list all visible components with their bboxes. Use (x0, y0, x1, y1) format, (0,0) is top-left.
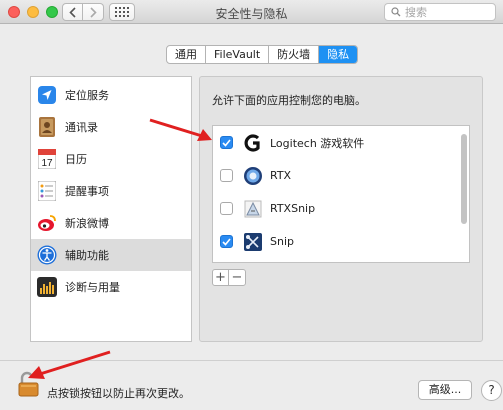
contacts-icon (37, 117, 57, 137)
app-row-rtxsnip[interactable]: RTXSnip (213, 192, 459, 225)
title-bar: 安全性与隐私 搜索 (0, 0, 503, 24)
app-row-logitech[interactable]: Logitech 游戏软件 (213, 126, 459, 159)
lock-button[interactable] (18, 371, 40, 397)
app-row-rtx[interactable]: RTX (213, 159, 459, 192)
diagnostics-icon (37, 277, 57, 297)
calendar-day-text: 17 (41, 158, 53, 169)
add-remove-control: + − (212, 269, 246, 286)
sidebar-item-label: 通讯录 (65, 121, 98, 134)
app-checkbox-rtx[interactable] (220, 169, 233, 182)
privacy-category-list: 定位服务 通讯录 17 日历 提醒事项 新浪微博 辅助功能 诊断与用量 (30, 76, 192, 342)
lock-status-text: 点按锁按钮以防止再次更改。 (47, 387, 190, 400)
sidebar-item-diagnostics[interactable]: 诊断与用量 (31, 271, 191, 303)
weibo-icon (37, 213, 57, 233)
app-checkbox-logitech[interactable] (220, 136, 233, 149)
tab-privacy[interactable]: 隐私 (319, 46, 358, 63)
rtxsnip-icon (242, 198, 264, 220)
sidebar-item-location[interactable]: 定位服务 (31, 79, 191, 111)
tab-bar: 通用 FileVault 防火墙 隐私 (166, 45, 359, 64)
app-name: RTX (270, 169, 292, 182)
accessibility-icon (37, 245, 57, 265)
logitech-icon (242, 132, 264, 154)
sidebar-item-label: 日历 (65, 153, 87, 166)
app-name: RTXSnip (270, 202, 316, 215)
checkmark-icon (222, 138, 231, 147)
sidebar-item-label: 新浪微博 (65, 217, 109, 230)
sidebar-item-label: 诊断与用量 (65, 281, 120, 294)
app-checkbox-snip[interactable] (220, 235, 233, 248)
footer-divider (0, 360, 503, 361)
calendar-icon: 17 (37, 149, 57, 169)
sidebar-item-weibo[interactable]: 新浪微博 (31, 207, 191, 239)
sidebar-item-label: 提醒事项 (65, 185, 109, 198)
location-icon (37, 85, 57, 105)
sidebar-item-label: 辅助功能 (65, 249, 109, 262)
panel-prompt: 允许下面的应用控制您的电脑。 (212, 94, 366, 107)
snip-icon (242, 231, 264, 253)
tab-firewall[interactable]: 防火墙 (269, 46, 320, 63)
rtx-icon (242, 165, 264, 187)
unlocked-padlock-icon (18, 371, 39, 397)
add-app-button[interactable]: + (213, 270, 229, 285)
app-checkbox-rtxsnip[interactable] (220, 202, 233, 215)
sidebar-item-contacts[interactable]: 通讯录 (31, 111, 191, 143)
app-list: Logitech 游戏软件 RTX RTXSnip Snip (212, 125, 470, 263)
app-row-snip[interactable]: Snip (213, 225, 459, 258)
sidebar-item-label: 定位服务 (65, 89, 109, 102)
privacy-detail-panel: 允许下面的应用控制您的电脑。 Logitech 游戏软件 RTX RTXSnip (199, 76, 483, 342)
help-button[interactable]: ? (481, 380, 502, 401)
remove-app-button[interactable]: − (229, 270, 245, 285)
sidebar-item-calendar[interactable]: 17 日历 (31, 143, 191, 175)
sidebar-item-reminders[interactable]: 提醒事项 (31, 175, 191, 207)
app-name: Snip (270, 235, 294, 248)
advanced-button[interactable]: 高级... (418, 380, 472, 400)
search-field[interactable]: 搜索 (384, 3, 496, 21)
app-list-scrollbar[interactable] (461, 134, 467, 224)
reminders-icon (37, 181, 57, 201)
app-name: Logitech 游戏软件 (270, 136, 365, 150)
search-icon (391, 7, 401, 17)
app-row-partial (213, 258, 459, 262)
sidebar-item-accessibility[interactable]: 辅助功能 (31, 239, 191, 271)
tab-filevault[interactable]: FileVault (206, 46, 270, 63)
search-placeholder: 搜索 (405, 6, 427, 19)
tab-general[interactable]: 通用 (167, 46, 206, 63)
checkmark-icon (222, 237, 231, 246)
